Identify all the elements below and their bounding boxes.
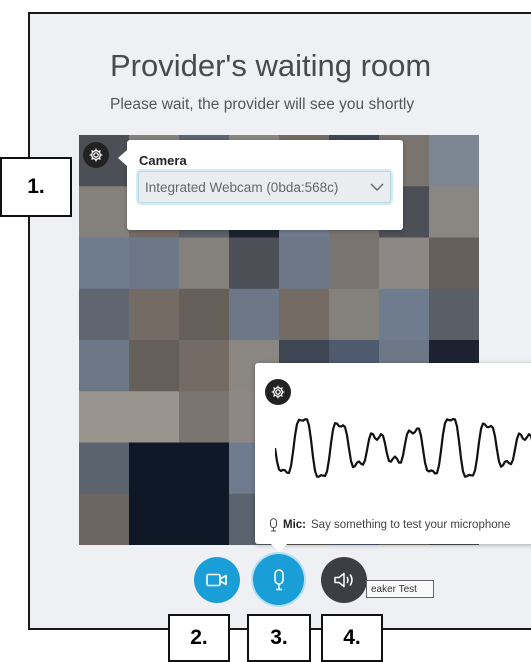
- microphone-icon: [270, 518, 277, 532]
- page-subtitle: Please wait, the provider will see you s…: [110, 96, 415, 113]
- video-toggle-button[interactable]: [194, 557, 240, 603]
- chevron-down-icon: [370, 183, 384, 191]
- camera-device-value: Integrated Webcam (0bda:568c): [145, 179, 339, 195]
- mic-label: Mic:: [283, 519, 306, 531]
- mic-message: Say something to test your microphone: [311, 519, 511, 531]
- gear-icon: [89, 148, 103, 162]
- camera-settings-popup: Camera Integrated Webcam (0bda:568c): [118, 140, 403, 230]
- camera-label: Camera: [139, 153, 187, 168]
- callout-2: 2.: [168, 614, 230, 662]
- audio-waveform: [275, 417, 531, 478]
- callout-4: 4.: [321, 614, 383, 662]
- camera-settings-button[interactable]: [83, 142, 109, 168]
- mic-toggle-button[interactable]: [253, 554, 304, 605]
- callout-1: 1.: [0, 157, 72, 217]
- mic-test-popup: Mic: Say something to test your micropho…: [255, 363, 531, 552]
- camera-device-select[interactable]: Integrated Webcam (0bda:568c): [138, 171, 391, 203]
- speaker-test-button[interactable]: [321, 557, 367, 603]
- video-camera-icon: [206, 573, 227, 587]
- callout-3: 3.: [247, 614, 311, 662]
- page-title: Provider's waiting room: [110, 48, 432, 83]
- mic-status-line: Mic: Say something to test your micropho…: [269, 518, 510, 532]
- microphone-icon: [273, 568, 284, 590]
- speaker-test-tooltip: eaker Test: [366, 580, 434, 598]
- speaker-icon: [334, 572, 353, 588]
